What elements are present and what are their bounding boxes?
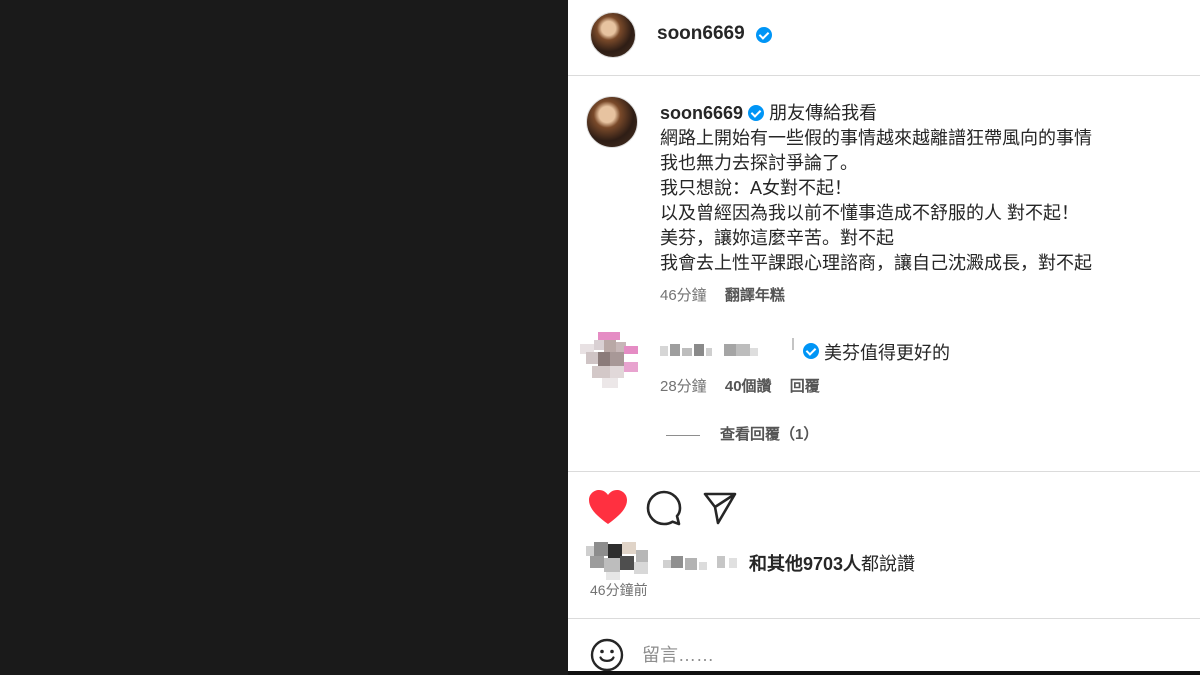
caption-time: 46分鐘 xyxy=(660,287,707,304)
send-icon[interactable] xyxy=(702,490,738,526)
commenter-avatar-blurred[interactable] xyxy=(580,332,640,390)
author-avatar[interactable] xyxy=(590,12,636,58)
post-header: soon6669 xyxy=(568,0,1200,76)
view-replies-button[interactable]: 查看回覆（1） xyxy=(666,423,818,444)
comment-icon[interactable] xyxy=(646,490,682,526)
caption-line: 網路上開始有一些假的事情越來越離譜狂帶風向的事情 xyxy=(660,128,1092,148)
comment-text: 美芬值得更好的 xyxy=(824,343,950,363)
comment-input[interactable] xyxy=(642,641,1162,669)
caption-author-username[interactable]: soon6669 xyxy=(660,103,743,123)
caption-author-avatar[interactable] xyxy=(586,96,638,148)
media-area xyxy=(0,0,568,675)
liker-avatars-blurred[interactable] xyxy=(586,540,656,580)
comment-meta: 28分鐘 40個讚 回覆 xyxy=(660,375,820,396)
post-time-ago: 46分鐘前 xyxy=(590,582,648,598)
caption-line: 以及曾經因為我以前不懂事造成不舒服的人 對不起！ xyxy=(660,203,1079,223)
section-divider xyxy=(568,471,1200,472)
liker-username-blurred[interactable] xyxy=(663,550,751,572)
view-replies-label: 查看回覆（1） xyxy=(720,426,819,443)
heart-icon[interactable] xyxy=(588,490,628,526)
bottom-edge xyxy=(568,671,1200,675)
replies-divider xyxy=(666,434,700,436)
comment-likes-count[interactable]: 40個讚 xyxy=(725,378,772,395)
caption-line: 美芬，讓妳這麼辛苦。對不起 xyxy=(660,228,894,248)
commenter-username-blurred[interactable] xyxy=(660,338,800,360)
verified-badge-icon xyxy=(756,27,772,43)
caption-line: 我只想說：A女對不起！ xyxy=(660,178,853,198)
translate-button[interactable]: 翻譯年糕 xyxy=(725,287,785,304)
reply-button[interactable]: 回覆 xyxy=(790,378,820,395)
author-username[interactable]: soon6669 xyxy=(657,23,745,45)
post-detail-panel: soon6669 soon6669 朋友傳給我看 網路上開始有一些假的事情越來越… xyxy=(568,0,1200,675)
caption-meta: 46分鐘 翻譯年糕 xyxy=(660,284,785,305)
caption-body: soon6669 朋友傳給我看 網路上開始有一些假的事情越來越離譜狂帶風向的事情… xyxy=(660,101,1180,276)
emoji-icon[interactable] xyxy=(590,638,624,672)
caption-line: 朋友傳給我看 xyxy=(769,103,878,123)
likes-summary[interactable]: 和其他9703人都說讚 xyxy=(749,550,915,576)
section-divider xyxy=(568,618,1200,619)
verified-badge-icon xyxy=(748,105,765,121)
verified-badge-icon xyxy=(803,343,819,359)
likes-verb: 都說讚 xyxy=(861,554,916,574)
likes-count-text: 和其他9703人 xyxy=(749,554,862,574)
caption-line: 我也無力去探討爭論了。 xyxy=(660,153,858,173)
comment-time: 28分鐘 xyxy=(660,378,707,395)
caption-line: 我會去上性平課跟心理諮商，讓自己沈澱成長，對不起 xyxy=(660,253,1092,273)
